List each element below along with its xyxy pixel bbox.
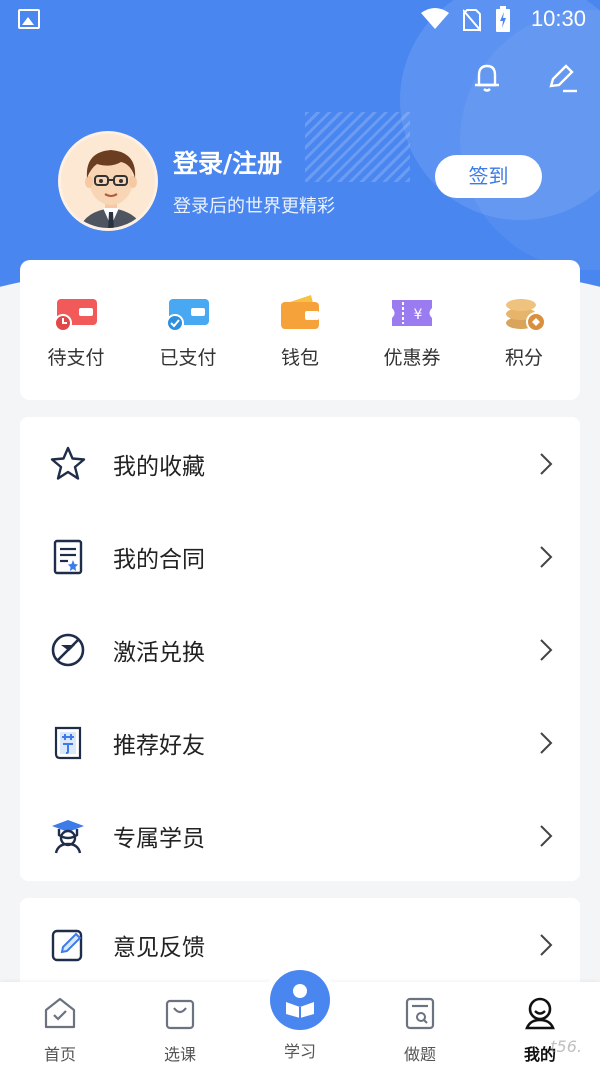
menu-item-students[interactable]: 专属学员 <box>20 789 580 882</box>
quick-item-label: 优惠券 <box>383 347 441 369</box>
quick-item-label: 钱包 <box>280 347 319 369</box>
star-icon <box>50 446 86 480</box>
quick-item-pending-payment[interactable]: 待支付 <box>20 260 132 400</box>
quick-item-coupon[interactable]: ¥ 优惠券 <box>356 260 468 400</box>
chevron-right-icon <box>540 732 553 754</box>
study-icon <box>286 984 314 1018</box>
tab-home[interactable]: 首页 <box>0 982 120 1068</box>
tab-profile[interactable]: 我的 <box>480 982 600 1068</box>
battery-charging-icon <box>496 6 510 32</box>
login-register-link[interactable]: 登录/注册 <box>173 144 282 180</box>
quick-item-points[interactable]: 积分 <box>468 260 580 400</box>
quick-item-label: 已支付 <box>159 347 217 369</box>
chevron-right-icon <box>540 453 553 475</box>
tab-label: 我的 <box>523 1045 556 1064</box>
student-icon <box>52 819 84 853</box>
contract-icon <box>53 539 83 574</box>
profile-icon <box>525 997 555 1030</box>
tab-label: 选课 <box>163 1045 196 1064</box>
feedback-icon <box>51 929 83 961</box>
menu-item-activate[interactable]: 激活兑换 <box>20 603 580 696</box>
quick-item-label: 待支付 <box>47 347 105 369</box>
tab-label: 学习 <box>283 1042 316 1061</box>
tab-study[interactable]: 学习 <box>240 970 360 1068</box>
edit-icon[interactable] <box>545 60 579 94</box>
paid-icon <box>166 299 209 332</box>
menu-item-label: 我的收藏 <box>113 453 205 480</box>
svg-text:¥: ¥ <box>414 307 423 323</box>
study-button[interactable] <box>270 970 330 1030</box>
gallery-icon <box>18 9 40 29</box>
chevron-right-icon <box>540 639 553 661</box>
tab-courses[interactable]: 选课 <box>120 982 240 1068</box>
wifi-icon <box>421 8 449 29</box>
quick-item-label: 积分 <box>504 347 543 369</box>
menu-item-label: 推荐好友 <box>113 732 205 759</box>
bag-icon <box>165 999 195 1030</box>
status-bar: 10:30 <box>0 0 600 40</box>
points-icon <box>506 299 546 332</box>
menu-item-favorites[interactable]: 我的收藏 <box>20 417 580 510</box>
menu-item-label: 激活兑换 <box>113 639 205 666</box>
quick-item-paid[interactable]: 已支付 <box>132 260 244 400</box>
chevron-right-icon <box>540 825 553 847</box>
pending-payment-icon <box>54 299 97 332</box>
login-subtitle: 登录后的世界更精彩 <box>173 196 335 217</box>
menu-item-recommend[interactable]: 推荐好友 <box>20 696 580 789</box>
tab-label: 首页 <box>43 1045 76 1064</box>
menu-item-label: 专属学员 <box>113 825 205 852</box>
header-decoration <box>305 112 410 182</box>
wallet-icon <box>281 295 319 329</box>
home-icon <box>44 997 76 1029</box>
watermark: t56. <box>550 1037 582 1056</box>
bell-icon[interactable] <box>470 60 504 94</box>
menu-item-contracts[interactable]: 我的合同 <box>20 510 580 603</box>
quiz-icon <box>405 997 435 1030</box>
menu-item-label: 我的合同 <box>113 546 205 573</box>
recommend-icon <box>54 726 82 759</box>
menu-list: 我的收藏 我的合同 激活兑换 推荐好友 专属学员 <box>20 417 580 881</box>
chevron-right-icon <box>540 546 553 568</box>
chevron-right-icon <box>540 934 553 956</box>
activate-icon <box>51 633 85 666</box>
coupon-icon: ¥ <box>392 300 432 326</box>
quick-actions-card: 待支付 已支付 钱包 ¥ 优惠券 积分 <box>20 260 580 400</box>
no-sim-icon <box>463 9 481 32</box>
clock: 10:30 <box>530 6 586 31</box>
quick-item-wallet[interactable]: 钱包 <box>244 260 356 400</box>
avatar[interactable] <box>58 131 158 231</box>
bottom-tab-bar: 首页 选课 学习 做题 我的 t56. <box>0 970 600 1068</box>
tab-quiz[interactable]: 做题 <box>360 982 480 1068</box>
sign-in-button[interactable]: 签到 <box>435 155 542 198</box>
tab-label: 做题 <box>403 1045 436 1064</box>
menu-item-label: 意见反馈 <box>113 934 205 961</box>
